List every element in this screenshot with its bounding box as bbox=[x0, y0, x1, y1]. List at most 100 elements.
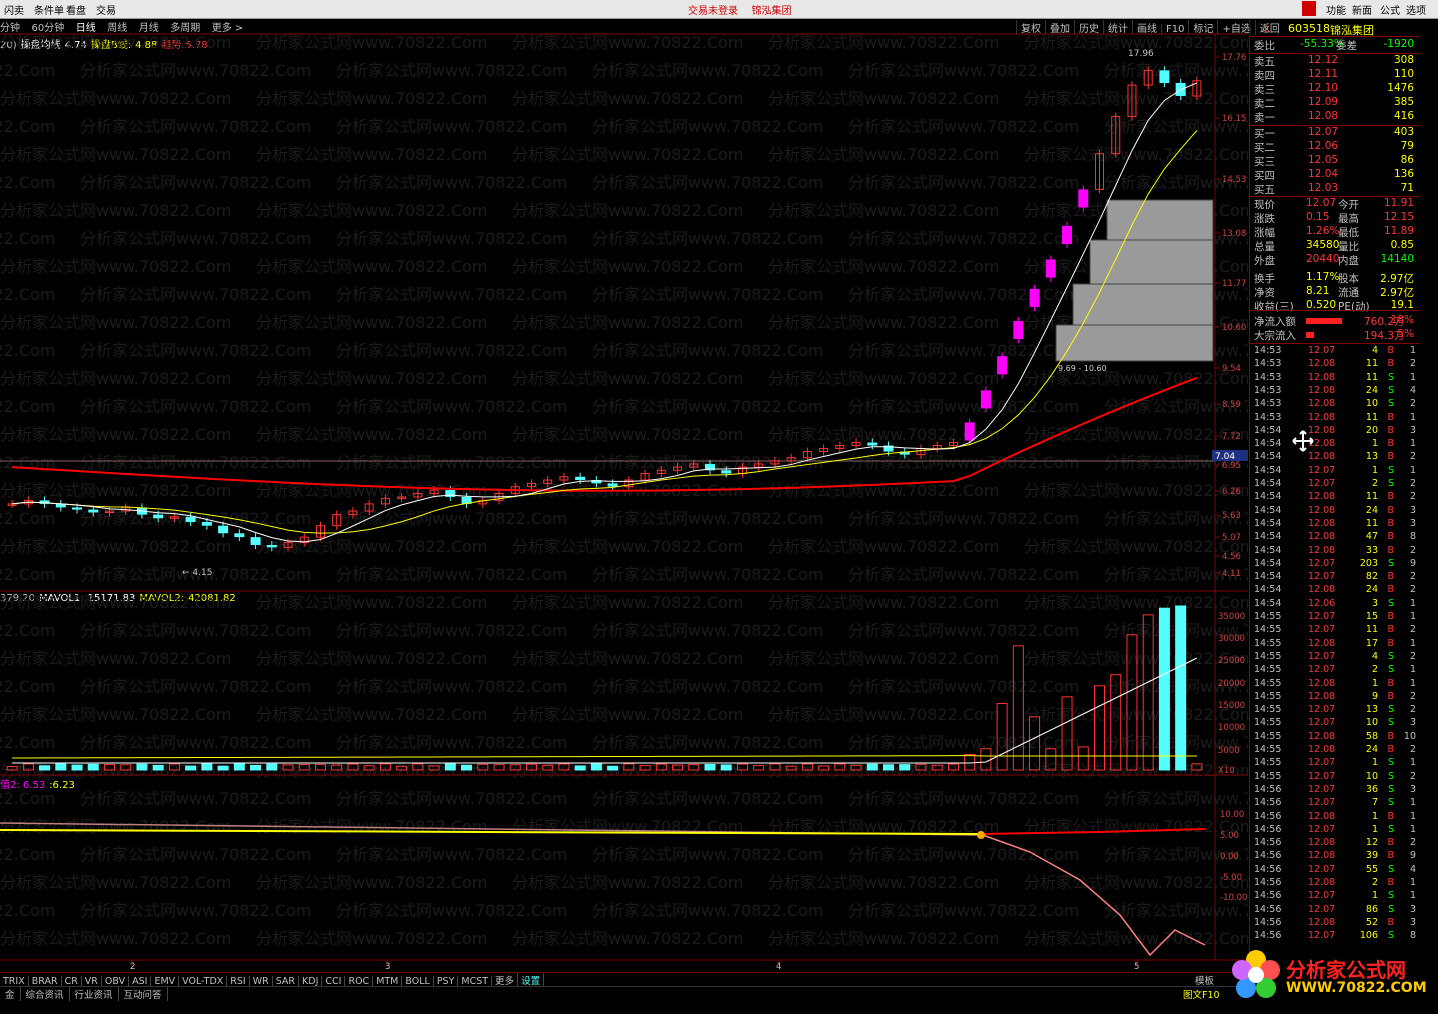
watermark-text: 分析家公式网www.70822.Com bbox=[336, 621, 567, 640]
tick-volume: 20 bbox=[1365, 424, 1378, 436]
info-tab[interactable]: 行业资讯 bbox=[70, 987, 119, 1001]
tick-count: 2 bbox=[1409, 451, 1416, 463]
watermark-text: 分析家公式网www.70822.Com bbox=[848, 61, 1079, 80]
watermark-text: 分析家公式网www.70822.Com bbox=[0, 341, 55, 360]
watermark-text: 分析家公式网www.70822.Com bbox=[768, 33, 999, 52]
f10-info-tab[interactable]: 图文F10 bbox=[1178, 987, 1225, 1001]
tick-time: 14:56 bbox=[1254, 890, 1282, 902]
watermark-text: 分析家公式网www.70822.Com bbox=[1024, 705, 1248, 724]
tick-price: 12.07 bbox=[1308, 863, 1336, 875]
price-axis-label: 5.07 bbox=[1222, 533, 1241, 543]
time-axis-label: 4 bbox=[776, 962, 781, 972]
tick-side: B bbox=[1387, 837, 1394, 849]
template-tab[interactable]: 模板 bbox=[1192, 973, 1217, 987]
tick-side: B bbox=[1387, 624, 1394, 636]
chip-range-label: 9.69 - 10.60 bbox=[1058, 364, 1107, 373]
info-tab[interactable]: 互动问答 bbox=[119, 987, 168, 1001]
tick-price: 12.07 bbox=[1308, 624, 1336, 636]
volume-bar bbox=[1175, 605, 1187, 771]
info-tab[interactable]: 金 bbox=[0, 987, 21, 1001]
tick-count: 1 bbox=[1409, 664, 1416, 676]
volume-bar bbox=[444, 763, 456, 771]
tick-volume: 11 bbox=[1365, 411, 1378, 423]
cross-signal-marker bbox=[977, 831, 985, 839]
tick-count: 1 bbox=[1409, 345, 1416, 356]
volume-axis-label: X10 bbox=[1218, 766, 1235, 776]
watermark-text: 分析家公式网www.70822.Com bbox=[1024, 929, 1248, 948]
tick-price: 12.07 bbox=[1308, 557, 1336, 569]
tick-price: 12.08 bbox=[1308, 371, 1336, 383]
watermark-text: 分析家公式网www.70822.Com bbox=[336, 845, 567, 864]
tick-time: 14:54 bbox=[1254, 597, 1282, 609]
user-icon[interactable] bbox=[1302, 1, 1316, 16]
tick-volume: 203 bbox=[1359, 557, 1378, 569]
tick-time: 14:53 bbox=[1254, 345, 1282, 356]
bid-volume: 86 bbox=[1400, 154, 1414, 166]
tick-side: B bbox=[1387, 451, 1394, 463]
quote-label: 外盘 bbox=[1254, 255, 1275, 267]
indicator-tab[interactable]: 设置 bbox=[518, 973, 545, 987]
bid-price: 12.04 bbox=[1308, 168, 1339, 180]
watermark-text: 分析家公式网www.70822.Com bbox=[80, 677, 311, 696]
menu-new-screen[interactable]: 新面 bbox=[1352, 2, 1372, 17]
tick-price: 12.06 bbox=[1308, 597, 1336, 609]
tick-count: 2 bbox=[1409, 358, 1416, 370]
watermark-text: 分析家公式网www.70822.Com bbox=[1024, 481, 1248, 500]
watermark-text: 分析家公式网www.70822.Com bbox=[512, 929, 743, 948]
flow-row: 大宗流入 194.3万 5% bbox=[1252, 328, 1418, 342]
info-tab[interactable]: 综合资讯 bbox=[21, 987, 70, 1001]
tick-price: 12.08 bbox=[1308, 730, 1336, 742]
tick-price: 12.07 bbox=[1308, 890, 1336, 902]
tick-price: 12.07 bbox=[1308, 611, 1336, 622]
watermark-text: 分析家公式网www.70822.Com bbox=[0, 285, 55, 304]
logo-title: 分析家公式网 bbox=[1286, 958, 1406, 982]
volume-bar bbox=[201, 763, 213, 771]
tick-time: 14:56 bbox=[1254, 783, 1282, 795]
menu-formula[interactable]: 公式 bbox=[1380, 2, 1400, 17]
tick-time: 14:54 bbox=[1254, 517, 1282, 529]
price-chart[interactable]: 分析家公式网www.70822.Com 分析家公式网www.70822.Com 分析… bbox=[0, 0, 1248, 972]
tick-side: S bbox=[1387, 398, 1394, 410]
tick-volume: 58 bbox=[1365, 730, 1378, 742]
quote-value: 0.85 bbox=[1390, 239, 1414, 251]
indicator-tab[interactable]: 更多 bbox=[492, 973, 519, 987]
menu-options[interactable]: 选项 bbox=[1406, 2, 1426, 17]
tick-row: 14:55 12.07 13 S 2 bbox=[1252, 704, 1418, 717]
menu-function[interactable]: 功能 bbox=[1326, 2, 1346, 17]
price-axis-label: 11.77 bbox=[1222, 279, 1246, 289]
ask-row: 卖五 12.12 308 bbox=[1252, 54, 1418, 68]
tick-volume: 4 bbox=[1371, 345, 1378, 356]
tick-time: 14:54 bbox=[1254, 424, 1282, 436]
tick-time: 14:55 bbox=[1254, 704, 1282, 716]
tick-row: 14:54 12.07 1 S 1 bbox=[1252, 465, 1418, 478]
tick-side: S bbox=[1387, 757, 1394, 769]
tick-row: 14:56 12.08 12 B 2 bbox=[1252, 837, 1418, 850]
tick-count: 1 bbox=[1409, 677, 1416, 689]
tick-side: S bbox=[1387, 890, 1394, 902]
watermark-text: 分析家公式网www.70822.Com bbox=[1024, 761, 1248, 780]
tick-side: S bbox=[1387, 650, 1394, 662]
volume-bar bbox=[87, 763, 99, 771]
watermark-text: 分析家公式网www.70822.Com bbox=[0, 901, 55, 920]
ask-volume: 110 bbox=[1393, 68, 1414, 80]
tick-row: 14:53 12.08 11 B 2 bbox=[1252, 358, 1418, 371]
volume-bar bbox=[866, 763, 878, 771]
tick-volume: 106 bbox=[1359, 930, 1378, 942]
tick-volume: 1 bbox=[1371, 823, 1378, 835]
watermark-text: 分析家公式网www.70822.Com bbox=[1104, 901, 1248, 920]
tick-count: 1 bbox=[1409, 890, 1416, 902]
tick-count: 3 bbox=[1409, 916, 1416, 928]
watermark-text: 分析家公式网www.70822.Com bbox=[336, 733, 567, 752]
price-axis-label: 6.95 bbox=[1222, 461, 1241, 471]
tick-time: 14:54 bbox=[1254, 451, 1282, 463]
tick-row: 14:54 12.08 20 B 3 bbox=[1252, 425, 1418, 438]
tick-time: 14:55 bbox=[1254, 624, 1282, 636]
tick-side: B bbox=[1387, 877, 1394, 888]
tick-volume: 2 bbox=[1371, 664, 1378, 676]
volume-bar bbox=[250, 764, 262, 771]
quote-value: 2.97亿 bbox=[1380, 273, 1414, 285]
watermark-text: 分析家公式网www.70822.Com bbox=[336, 565, 567, 584]
watermark-text: 分析家公式网www.70822.Com bbox=[768, 369, 999, 388]
tick-price: 12.07 bbox=[1308, 930, 1336, 942]
bid-label: 买五 bbox=[1254, 184, 1275, 196]
